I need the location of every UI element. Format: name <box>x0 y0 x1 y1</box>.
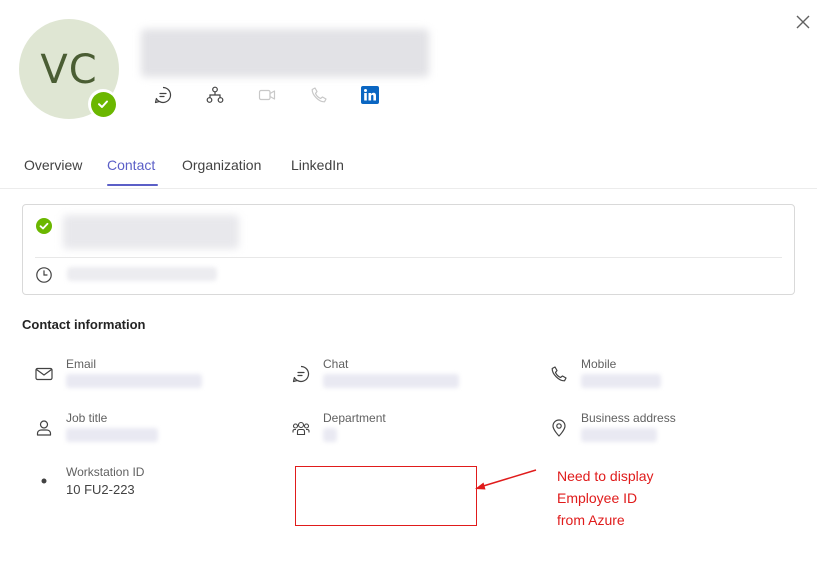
clock-icon <box>36 267 52 283</box>
phone-call-action-button[interactable] <box>309 85 329 105</box>
annotation-line-2: Employee ID <box>557 490 638 506</box>
org-chart-icon <box>206 86 224 103</box>
phone-icon <box>551 366 567 382</box>
blurred-local-time <box>67 267 217 281</box>
mobile-label: Mobile <box>581 357 617 371</box>
tab-linkedin[interactable]: LinkedIn <box>291 157 344 173</box>
blurred-job-title-value <box>66 428 158 442</box>
job-title-label: Job title <box>66 411 108 425</box>
chat-icon <box>292 365 310 383</box>
annotation-arrow <box>475 469 537 490</box>
department-label: Department <box>323 411 386 425</box>
blurred-mobile-value[interactable] <box>581 374 661 388</box>
status-card <box>22 204 795 295</box>
blurred-status-message <box>63 215 239 249</box>
contact-information-heading: Contact information <box>22 317 146 332</box>
close-icon <box>796 15 810 29</box>
annotation-line-3: from Azure <box>557 512 625 528</box>
linkedin-action-button[interactable] <box>360 85 380 105</box>
person-icon <box>36 420 52 436</box>
annotation-line-1: Need to display <box>557 468 654 484</box>
linkedin-icon <box>361 86 379 104</box>
people-team-icon <box>292 421 310 436</box>
business-address-label: Business address <box>581 411 676 425</box>
blurred-department-value <box>323 428 337 442</box>
video-call-action-button[interactable] <box>257 85 277 105</box>
chat-action-button[interactable] <box>153 85 173 105</box>
org-chart-action-button[interactable] <box>205 85 225 105</box>
blurred-email-value[interactable] <box>66 374 202 388</box>
blurred-chat-value[interactable] <box>323 374 459 388</box>
tab-contact[interactable]: Contact <box>107 157 155 173</box>
location-pin-icon <box>552 419 566 437</box>
annotation-box <box>295 466 477 526</box>
blurred-display-name <box>141 29 429 77</box>
avatar-initials: VC <box>40 47 98 93</box>
blurred-business-address-value <box>581 428 657 442</box>
presence-available-icon <box>36 218 52 234</box>
card-divider <box>35 257 782 258</box>
video-call-icon <box>258 89 276 101</box>
workstation-id-value: 10 FU2-223 <box>66 482 135 497</box>
phone-call-icon <box>311 87 327 103</box>
email-icon <box>35 367 53 381</box>
annotation-note: Need to display Employee ID from Azure <box>557 465 654 531</box>
workstation-id-label: Workstation ID <box>66 465 145 479</box>
close-button[interactable] <box>795 14 811 30</box>
chat-label: Chat <box>323 357 349 371</box>
email-label: Email <box>66 357 97 371</box>
presence-available-icon <box>90 91 116 117</box>
profile-tabs: Overview Contact Organization LinkedIn <box>0 150 817 189</box>
active-tab-indicator <box>107 184 158 186</box>
chat-icon <box>154 86 172 104</box>
tab-organization[interactable]: Organization <box>182 157 261 173</box>
bullet-icon <box>41 478 47 484</box>
presence-badge <box>88 89 118 119</box>
tab-overview[interactable]: Overview <box>24 157 82 173</box>
